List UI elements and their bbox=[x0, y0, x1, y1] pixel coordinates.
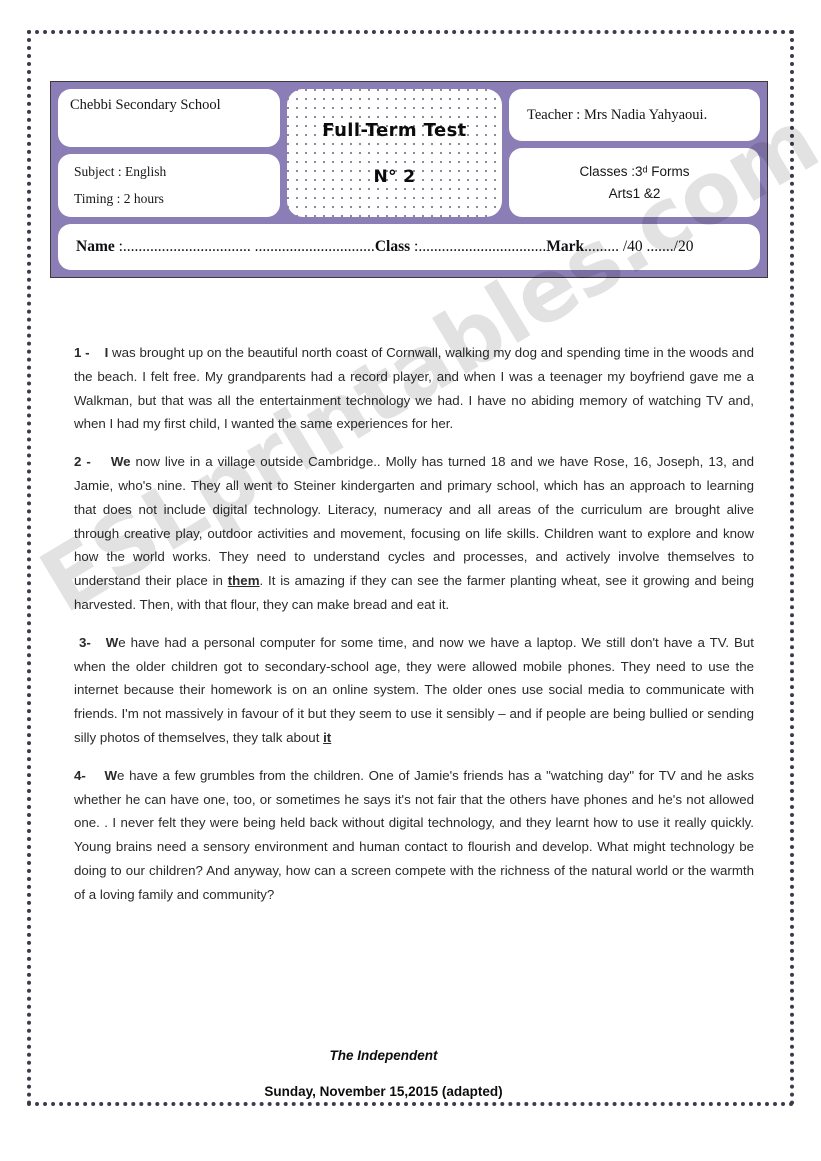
passage-paragraph-1: 1 - I was brought up on the beautiful no… bbox=[74, 341, 754, 436]
test-number-label: N° 2 bbox=[373, 166, 416, 187]
header-right-column: Teacher : Mrs Nadia Yahyaoui. Classes :3… bbox=[509, 89, 760, 217]
passage-paragraph-2: 2 - We now live in a village outside Cam… bbox=[74, 450, 754, 617]
class-field-dots[interactable]: :................................. bbox=[410, 238, 546, 255]
reading-passage: 1 - I was brought up on the beautiful no… bbox=[74, 341, 754, 921]
teacher-cell: Teacher : Mrs Nadia Yahyaoui. bbox=[509, 89, 760, 141]
classes-line-1: Classes :3ᵈ Forms bbox=[579, 164, 690, 179]
passage-paragraph-3: 3- We have had a personal computer for s… bbox=[74, 631, 754, 750]
header-top-row: Chebbi Secondary School Subject : Englis… bbox=[58, 89, 760, 217]
test-title-label: Full-Term Test bbox=[322, 119, 467, 141]
mark-field-label: Mark bbox=[546, 238, 585, 255]
source-date: Sunday, November 15,2015 (adapted) bbox=[264, 1084, 503, 1099]
test-title-cell: Full-Term Test N° 2 bbox=[287, 89, 502, 217]
paragraph-text-2-before: now live in a village outside Cambridge.… bbox=[74, 454, 755, 589]
paragraph-number-3: 3- bbox=[78, 634, 91, 650]
subject-timing-cell: Subject : English Timing : 2 hours bbox=[58, 154, 280, 217]
header-left-column: Chebbi Secondary School Subject : Englis… bbox=[58, 89, 280, 217]
worksheet-page: Chebbi Secondary School Subject : Englis… bbox=[0, 0, 821, 1161]
name-field-dots[interactable]: :................................. .....… bbox=[115, 238, 375, 255]
classes-cell: Classes :3ᵈ Forms Arts1 &2 bbox=[509, 148, 760, 217]
paragraph-3-underlined-word: it bbox=[323, 729, 332, 745]
class-field-label: Class bbox=[374, 238, 411, 255]
paragraph-number-4: 4- bbox=[74, 767, 86, 783]
paragraph-lead-3: W bbox=[105, 634, 119, 650]
school-name-label: Chebbi Secondary School bbox=[70, 97, 221, 113]
paragraph-lead-2: We bbox=[110, 454, 131, 470]
paragraph-text-3-before: e have had a personal computer for some … bbox=[74, 634, 754, 745]
mark-field-dots[interactable]: ......... /40 ......./20 bbox=[584, 238, 693, 255]
paragraph-number-1: 1 - bbox=[74, 345, 90, 360]
source-publication: The Independent bbox=[329, 1048, 438, 1063]
paragraph-lead-4: W bbox=[104, 767, 118, 783]
school-name-cell: Chebbi Secondary School bbox=[58, 89, 280, 147]
name-field-label: Name bbox=[76, 238, 115, 255]
worksheet-header-table: Chebbi Secondary School Subject : Englis… bbox=[50, 81, 768, 278]
paragraph-text-1: was brought up on the beautiful north co… bbox=[74, 345, 754, 432]
passage-paragraph-4: 4- We have a few grumbles from the child… bbox=[74, 764, 754, 907]
subject-label: Subject : English bbox=[74, 164, 167, 179]
student-info-line: Name :................................. … bbox=[76, 238, 693, 256]
teacher-label: Teacher : Mrs Nadia Yahyaoui. bbox=[527, 106, 708, 123]
paragraph-text-4: e have a few grumbles from the children.… bbox=[74, 767, 755, 902]
student-info-row: Name :................................. … bbox=[58, 224, 760, 270]
timing-label: Timing : 2 hours bbox=[74, 191, 164, 206]
classes-line-2: Arts1 &2 bbox=[608, 186, 661, 201]
paragraph-2-underlined-word: them bbox=[227, 573, 260, 589]
passage-source-footer: The Independent Sunday, November 15,2015… bbox=[0, 1048, 767, 1099]
paragraph-number-2: 2 - bbox=[74, 454, 91, 470]
